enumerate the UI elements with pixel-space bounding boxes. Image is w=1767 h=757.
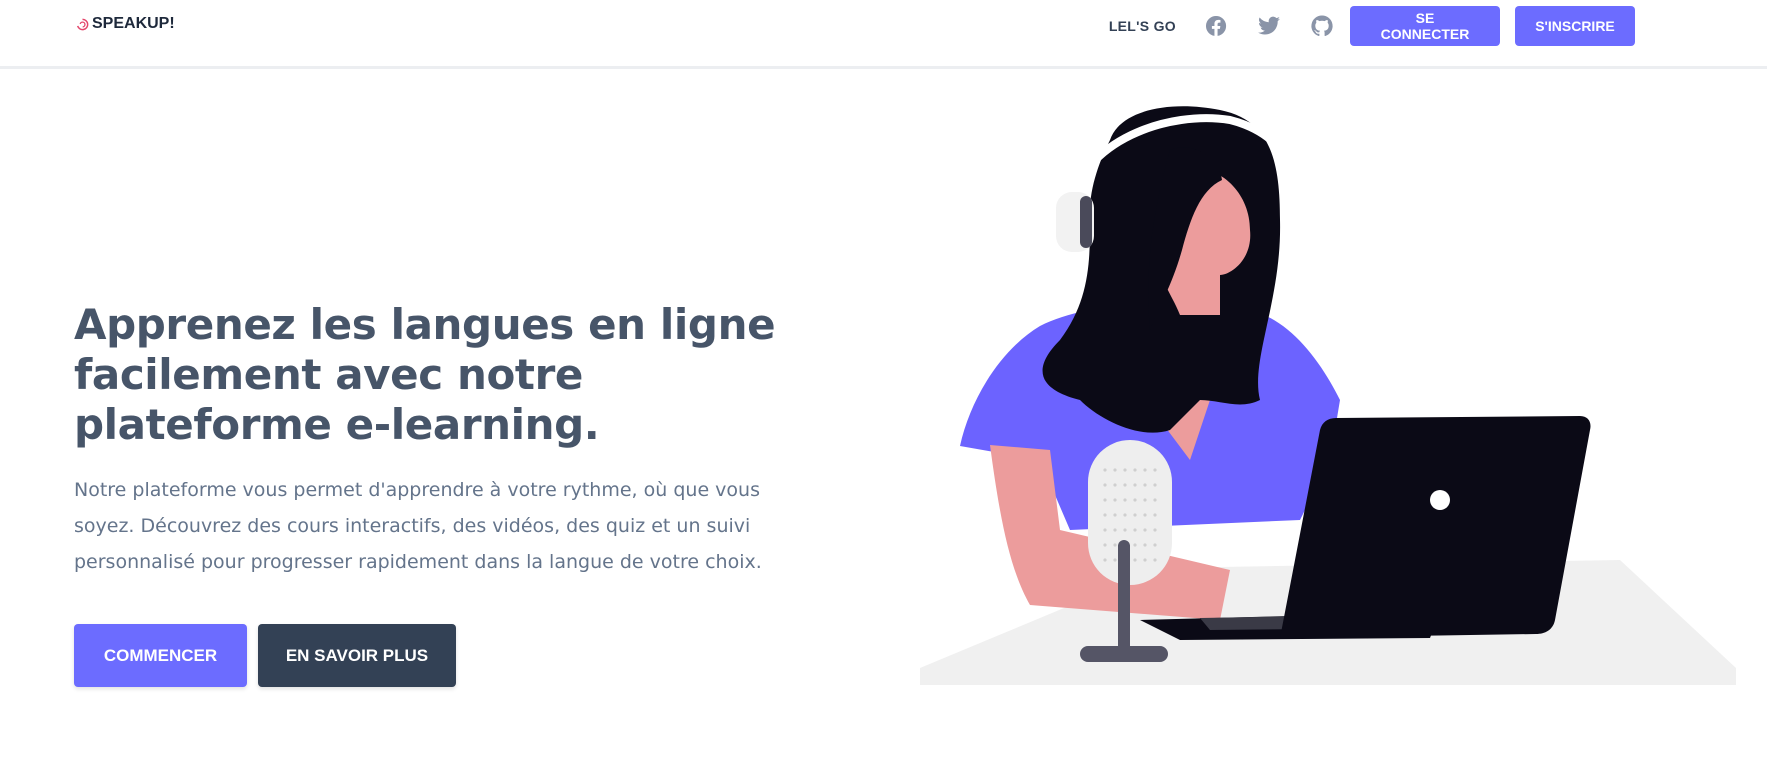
github-icon[interactable]	[1310, 14, 1334, 38]
nav-link-lets-go[interactable]: LEL'S GO	[1109, 18, 1176, 34]
brand-name: SPEAKUP!	[92, 15, 175, 32]
signup-button[interactable]: S'INSCRIRE	[1515, 6, 1635, 46]
start-button[interactable]: COMMENCER	[74, 624, 247, 687]
brand-link[interactable]: SPEAKUP!	[76, 15, 175, 33]
navbar: SPEAKUP! LEL'S GO SE CONNECTER S'INSCRIR…	[0, 0, 1767, 69]
nav-right: LEL'S GO SE CONNECTER S'INSCRIRE	[1109, 6, 1635, 46]
learn-more-button[interactable]: EN SAVOIR PLUS	[258, 624, 456, 687]
hero-actions: COMMENCER EN SAVOIR PLUS	[74, 624, 456, 687]
brand-logo-icon	[76, 18, 89, 31]
facebook-icon[interactable]	[1204, 14, 1228, 38]
hero-title: Apprenez les langues en ligne facilement…	[74, 300, 776, 449]
hero-description: Notre plateforme vous permet d'apprendre…	[74, 479, 762, 573]
podcast-woman-illustration	[920, 106, 1736, 685]
login-button[interactable]: SE CONNECTER	[1350, 6, 1500, 46]
twitter-icon[interactable]	[1257, 14, 1281, 38]
